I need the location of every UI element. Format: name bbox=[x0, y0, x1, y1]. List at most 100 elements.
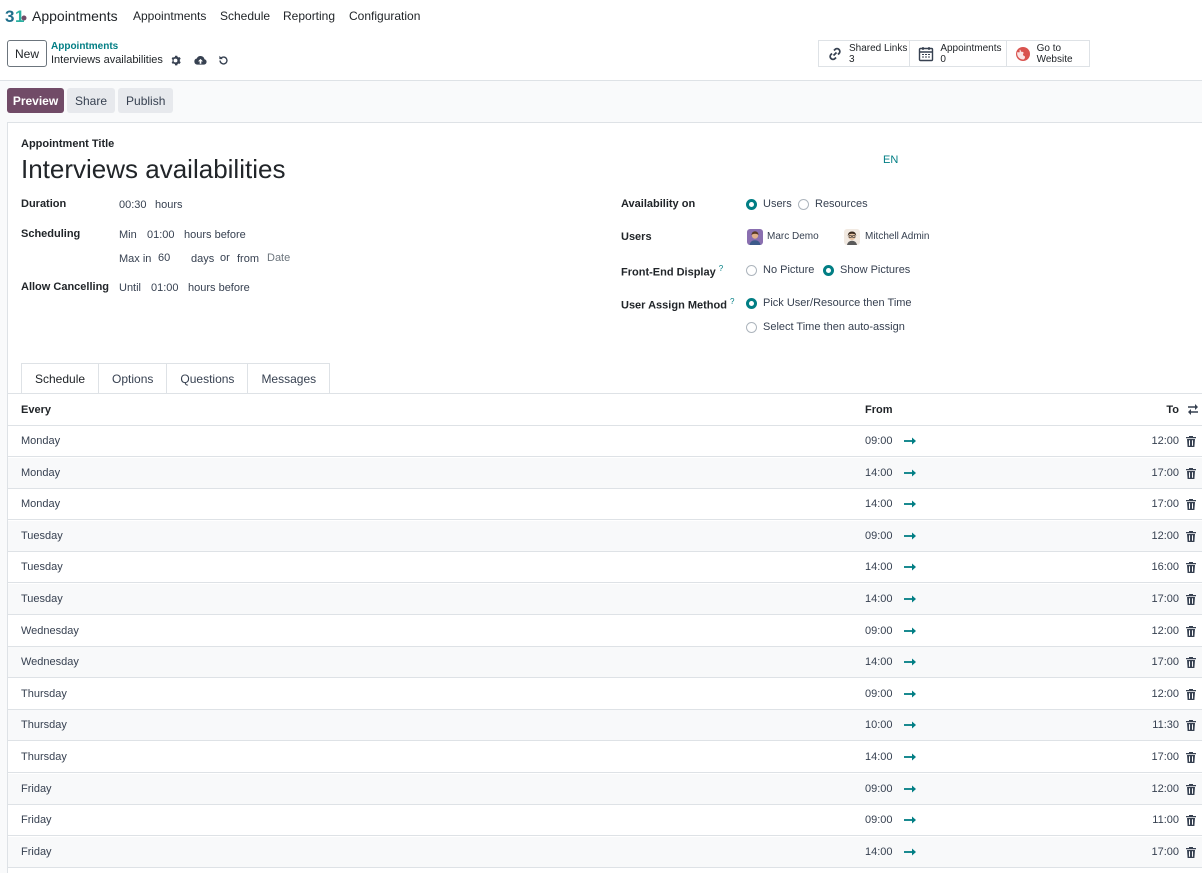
row-day[interactable]: Friday bbox=[21, 783, 52, 795]
appointments-app-icon[interactable]: 3 1 bbox=[5, 6, 27, 25]
row-from-time[interactable]: 14:00 bbox=[865, 751, 893, 763]
optional-columns-icon[interactable] bbox=[1187, 404, 1199, 415]
trash-icon[interactable] bbox=[1186, 815, 1196, 826]
front-end-display-help-icon[interactable]: ? bbox=[719, 264, 723, 273]
preview-button[interactable]: Preview bbox=[7, 88, 64, 113]
pick-user-then-time-label[interactable]: Pick User/Resource then Time bbox=[763, 297, 912, 309]
scheduling-min-input[interactable]: 01:00 bbox=[147, 229, 175, 241]
trash-icon[interactable] bbox=[1186, 468, 1196, 479]
tab-schedule[interactable]: Schedule bbox=[21, 363, 100, 394]
nav-item-reporting[interactable]: Reporting bbox=[283, 9, 335, 23]
table-row[interactable]: Monday 09:00 12:00 bbox=[8, 426, 1202, 457]
select-time-then-assign-radio[interactable] bbox=[746, 322, 757, 333]
nav-item-schedule[interactable]: Schedule bbox=[220, 9, 270, 23]
user-tag-marc-demo[interactable]: Marc Demo bbox=[767, 231, 819, 242]
availability-resources-label[interactable]: Resources bbox=[815, 198, 868, 210]
trash-icon[interactable] bbox=[1186, 436, 1196, 447]
cloud-upload-icon[interactable] bbox=[193, 53, 207, 67]
trash-icon[interactable] bbox=[1186, 531, 1196, 542]
publish-button[interactable]: Publish bbox=[118, 88, 174, 113]
row-from-time[interactable]: 09:00 bbox=[865, 625, 893, 637]
row-from-time[interactable]: 09:00 bbox=[865, 814, 893, 826]
row-from-time[interactable]: 14:00 bbox=[865, 467, 893, 479]
trash-icon[interactable] bbox=[1186, 784, 1196, 795]
row-from-time[interactable]: 09:00 bbox=[865, 688, 893, 700]
row-from-time[interactable]: 14:00 bbox=[865, 846, 893, 858]
row-to-time[interactable]: 17:00 bbox=[1151, 593, 1179, 605]
discard-icon[interactable] bbox=[216, 53, 230, 67]
row-to-time[interactable]: 17:00 bbox=[1151, 656, 1179, 668]
table-row[interactable]: Friday 09:00 12:00 bbox=[8, 774, 1202, 805]
column-to[interactable]: To bbox=[1166, 404, 1179, 416]
row-from-time[interactable]: 09:00 bbox=[865, 783, 893, 795]
table-row[interactable]: Monday 14:00 17:00 bbox=[8, 458, 1202, 489]
row-day[interactable]: Wednesday bbox=[21, 656, 79, 668]
trash-icon[interactable] bbox=[1186, 499, 1196, 510]
trash-icon[interactable] bbox=[1186, 626, 1196, 637]
row-from-time[interactable]: 09:00 bbox=[865, 435, 893, 447]
row-to-time[interactable]: 12:00 bbox=[1151, 783, 1179, 795]
tab-options[interactable]: Options bbox=[99, 363, 168, 394]
column-from[interactable]: From bbox=[865, 404, 893, 416]
trash-icon[interactable] bbox=[1186, 689, 1196, 700]
row-day[interactable]: Thursday bbox=[21, 688, 67, 700]
table-row[interactable]: Tuesday 14:00 17:00 bbox=[8, 584, 1202, 615]
tab-questions[interactable]: Questions bbox=[167, 363, 249, 394]
row-day[interactable]: Tuesday bbox=[21, 561, 63, 573]
table-row[interactable]: Friday 09:00 11:00 bbox=[8, 805, 1202, 836]
share-button[interactable]: Share bbox=[67, 88, 116, 113]
trash-icon[interactable] bbox=[1186, 720, 1196, 731]
no-picture-radio[interactable] bbox=[746, 265, 757, 276]
show-pictures-label[interactable]: Show Pictures bbox=[840, 264, 910, 276]
row-day[interactable]: Thursday bbox=[21, 719, 67, 731]
row-day[interactable]: Monday bbox=[21, 435, 60, 447]
no-picture-label[interactable]: No Picture bbox=[763, 264, 814, 276]
breadcrumb-parent[interactable]: Appointments bbox=[51, 41, 118, 52]
row-day[interactable]: Tuesday bbox=[21, 593, 63, 605]
row-from-time[interactable]: 09:00 bbox=[865, 530, 893, 542]
row-from-time[interactable]: 14:00 bbox=[865, 498, 893, 510]
row-to-time[interactable]: 11:30 bbox=[1152, 719, 1179, 731]
table-row[interactable]: Wednesday 14:00 17:00 bbox=[8, 647, 1202, 678]
trash-icon[interactable] bbox=[1186, 847, 1196, 858]
row-to-time[interactable]: 17:00 bbox=[1151, 846, 1179, 858]
row-from-time[interactable]: 14:00 bbox=[865, 656, 893, 668]
table-row[interactable]: Thursday 10:00 11:30 bbox=[8, 710, 1202, 741]
gear-icon[interactable] bbox=[168, 53, 182, 67]
trash-icon[interactable] bbox=[1186, 752, 1196, 763]
row-to-time[interactable]: 17:00 bbox=[1151, 498, 1179, 510]
shared-links-button[interactable]: Shared Links 3 bbox=[819, 41, 911, 66]
trash-icon[interactable] bbox=[1186, 657, 1196, 668]
nav-item-appointments[interactable]: Appointments bbox=[133, 9, 206, 23]
row-day[interactable]: Wednesday bbox=[21, 625, 79, 637]
app-name[interactable]: Appointments bbox=[32, 8, 118, 24]
trash-icon[interactable] bbox=[1186, 594, 1196, 605]
scheduling-max-input[interactable]: 60 bbox=[158, 252, 170, 264]
row-from-time[interactable]: 10:00 bbox=[865, 719, 893, 731]
nav-item-configuration[interactable]: Configuration bbox=[349, 9, 420, 23]
scheduling-date-input[interactable]: Date bbox=[267, 252, 290, 264]
appointment-title-input[interactable]: Interviews availabilities bbox=[21, 154, 285, 185]
row-day[interactable]: Friday bbox=[21, 814, 52, 826]
row-day[interactable]: Tuesday bbox=[21, 530, 63, 542]
table-row[interactable]: Friday 14:00 17:00 bbox=[8, 837, 1202, 868]
availability-users-label[interactable]: Users bbox=[763, 198, 792, 210]
row-to-time[interactable]: 17:00 bbox=[1151, 751, 1179, 763]
row-to-time[interactable]: 12:00 bbox=[1151, 530, 1179, 542]
row-to-time[interactable]: 12:00 bbox=[1151, 688, 1179, 700]
table-row[interactable]: Tuesday 14:00 16:00 bbox=[8, 552, 1202, 583]
row-day[interactable]: Thursday bbox=[21, 751, 67, 763]
availability-users-radio[interactable] bbox=[746, 199, 757, 210]
table-row[interactable]: Wednesday 09:00 12:00 bbox=[8, 616, 1202, 647]
row-to-time[interactable]: 12:00 bbox=[1151, 625, 1179, 637]
table-row[interactable]: Monday 14:00 17:00 bbox=[8, 489, 1202, 520]
row-day[interactable]: Monday bbox=[21, 498, 60, 510]
row-to-time[interactable]: 17:00 bbox=[1151, 467, 1179, 479]
show-pictures-radio[interactable] bbox=[823, 265, 834, 276]
appointments-count-button[interactable]: Appointments 0 bbox=[910, 41, 1007, 66]
column-every[interactable]: Every bbox=[21, 404, 51, 416]
row-to-time[interactable]: 12:00 bbox=[1151, 435, 1179, 447]
table-row[interactable]: Tuesday 09:00 12:00 bbox=[8, 521, 1202, 552]
row-to-time[interactable]: 11:00 bbox=[1152, 814, 1179, 826]
avatar-marc-demo[interactable] bbox=[747, 229, 763, 245]
